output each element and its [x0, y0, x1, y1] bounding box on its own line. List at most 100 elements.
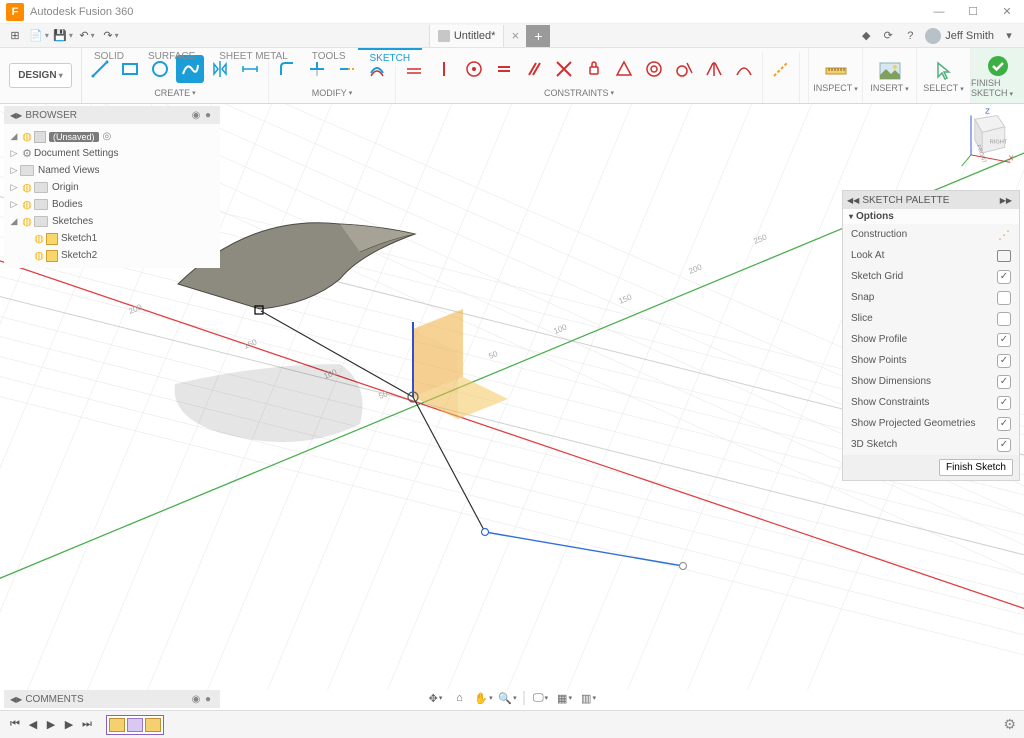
- tab-surface[interactable]: SURFACE: [136, 48, 207, 66]
- perpendicular-constraint[interactable]: [550, 55, 578, 83]
- tab-solid[interactable]: SOLID: [82, 48, 136, 66]
- radio-icon[interactable]: ◎: [103, 131, 112, 142]
- timeline-end-button[interactable]: ⏭: [78, 716, 96, 734]
- window-maximize-button[interactable]: ☐: [956, 0, 990, 24]
- tree-item-sketch1[interactable]: ◍ Sketch1: [4, 230, 220, 247]
- checkbox[interactable]: [997, 312, 1011, 326]
- expand-icon[interactable]: ▷: [8, 182, 20, 193]
- visibility-bulb-icon[interactable]: ◍: [20, 198, 34, 211]
- window-close-button[interactable]: ✕: [990, 0, 1024, 24]
- visibility-bulb-icon[interactable]: ◍: [20, 130, 34, 143]
- zoom-button[interactable]: 🔍: [497, 689, 519, 707]
- vertical-constraint[interactable]: [430, 55, 458, 83]
- equal-constraint[interactable]: [490, 55, 518, 83]
- group-label-modify[interactable]: MODIFY: [312, 86, 353, 100]
- display-settings-button[interactable]: 🖵: [530, 689, 552, 707]
- checkbox[interactable]: [997, 375, 1011, 389]
- look-at-icon[interactable]: [997, 250, 1011, 262]
- close-tab-button[interactable]: ×: [504, 28, 526, 43]
- collapse-right-icon[interactable]: ▶▶: [1000, 196, 1012, 205]
- construction-icon[interactable]: ⋰: [997, 230, 1011, 240]
- orbit-button[interactable]: ✥: [425, 689, 447, 707]
- checkbox[interactable]: [997, 291, 1011, 305]
- timeline-play-button[interactable]: ▶: [42, 716, 60, 734]
- inspect-button[interactable]: INSPECT: [808, 48, 862, 103]
- timeline-start-button[interactable]: ⏮: [6, 716, 24, 734]
- visibility-bulb-icon[interactable]: ◍: [20, 215, 34, 228]
- expand-icon[interactable]: ▷: [8, 165, 20, 176]
- window-minimize-button[interactable]: —: [922, 0, 956, 24]
- extensions-button[interactable]: ◆: [855, 25, 877, 47]
- job-status-button[interactable]: ⟳: [877, 25, 899, 47]
- browser-pin-icon[interactable]: ●: [202, 109, 214, 121]
- palette-finish-button[interactable]: Finish Sketch: [939, 459, 1013, 476]
- checkbox[interactable]: [997, 354, 1011, 368]
- tangent-constraint[interactable]: [670, 55, 698, 83]
- workspace-picker-button[interactable]: DESIGN: [9, 63, 72, 88]
- document-tab[interactable]: Untitled*: [429, 25, 505, 47]
- tab-tools[interactable]: TOOLS: [300, 48, 358, 66]
- palette-row-look-at[interactable]: Look At: [843, 245, 1019, 266]
- timeline-feature-surface[interactable]: [127, 718, 143, 732]
- checkbox[interactable]: [997, 438, 1011, 452]
- checkbox[interactable]: [997, 396, 1011, 410]
- palette-row-snap[interactable]: Snap: [843, 287, 1019, 308]
- timeline-prev-button[interactable]: ◀: [24, 716, 42, 734]
- tree-root[interactable]: ◢ ◍ (Unsaved) ◎: [4, 128, 220, 145]
- symmetry-constraint[interactable]: [700, 55, 728, 83]
- apps-grid-button[interactable]: ⊞: [4, 25, 26, 47]
- help-button[interactable]: ?: [899, 25, 921, 47]
- palette-row-slice[interactable]: Slice: [843, 308, 1019, 329]
- visibility-bulb-icon[interactable]: ◍: [20, 181, 34, 194]
- comments-settings-icon[interactable]: ◉: [190, 693, 202, 705]
- palette-row-show-profile[interactable]: Show Profile: [843, 329, 1019, 350]
- view-cube[interactable]: FRONT RIGHT Z X: [956, 108, 1016, 168]
- palette-row-sketch-grid[interactable]: Sketch Grid: [843, 266, 1019, 287]
- palette-row-show-projected-geometries[interactable]: Show Projected Geometries: [843, 413, 1019, 434]
- collapse-left-icon[interactable]: ◀◀: [847, 196, 859, 205]
- user-avatar-icon[interactable]: [925, 28, 941, 44]
- fix-constraint[interactable]: [580, 55, 608, 83]
- expand-icon[interactable]: ▷: [8, 199, 20, 210]
- expand-icon[interactable]: ◢: [8, 216, 20, 227]
- visibility-bulb-icon[interactable]: ◍: [32, 232, 46, 245]
- parallel-constraint[interactable]: [520, 55, 548, 83]
- new-tab-button[interactable]: +: [526, 25, 550, 47]
- tree-item-sketches[interactable]: ◢ ◍ Sketches: [4, 213, 220, 230]
- browser-settings-icon[interactable]: ◉: [190, 109, 202, 121]
- grid-settings-button[interactable]: ▦: [554, 689, 576, 707]
- curvature-constraint[interactable]: [730, 55, 758, 83]
- select-button[interactable]: SELECT: [916, 48, 970, 103]
- checkbox[interactable]: [997, 417, 1011, 431]
- checkbox[interactable]: [997, 333, 1011, 347]
- coincident-constraint[interactable]: [460, 55, 488, 83]
- group-label-constraints[interactable]: CONSTRAINTS: [544, 86, 614, 100]
- comments-pin-icon[interactable]: ●: [202, 693, 214, 705]
- tab-sketch[interactable]: SKETCH: [358, 48, 423, 66]
- pan-button[interactable]: ✋: [473, 689, 495, 707]
- save-menu-button[interactable]: 💾: [52, 25, 74, 47]
- user-menu-drop-icon[interactable]: ▾: [998, 25, 1020, 47]
- toggle-construction[interactable]: [767, 55, 795, 83]
- checkbox[interactable]: [997, 270, 1011, 284]
- insert-button[interactable]: INSERT: [862, 48, 916, 103]
- user-name[interactable]: Jeff Smith: [945, 30, 994, 42]
- timeline-next-button[interactable]: ▶: [60, 716, 78, 734]
- group-label-create[interactable]: CREATE: [154, 86, 195, 100]
- palette-row-3d-sketch[interactable]: 3D Sketch: [843, 434, 1019, 455]
- expand-icon[interactable]: ◢: [8, 131, 20, 142]
- tree-item-sketch2[interactable]: ◍ Sketch2: [4, 247, 220, 264]
- visibility-bulb-icon[interactable]: ◍: [32, 249, 46, 262]
- tree-item-named-views[interactable]: ▷ Named Views: [4, 162, 220, 179]
- palette-row-show-dimensions[interactable]: Show Dimensions: [843, 371, 1019, 392]
- timeline-features[interactable]: [106, 715, 164, 735]
- undo-button[interactable]: ↶: [76, 25, 98, 47]
- tree-item-bodies[interactable]: ▷ ◍ Bodies: [4, 196, 220, 213]
- midpoint-constraint[interactable]: [610, 55, 638, 83]
- palette-section-options[interactable]: Options: [843, 209, 1019, 224]
- palette-row-show-constraints[interactable]: Show Constraints: [843, 392, 1019, 413]
- timeline-feature-sketch2[interactable]: [145, 718, 161, 732]
- palette-row-show-points[interactable]: Show Points: [843, 350, 1019, 371]
- timeline-settings-button[interactable]: ⚙: [1003, 716, 1016, 733]
- timeline-feature-sketch1[interactable]: [109, 718, 125, 732]
